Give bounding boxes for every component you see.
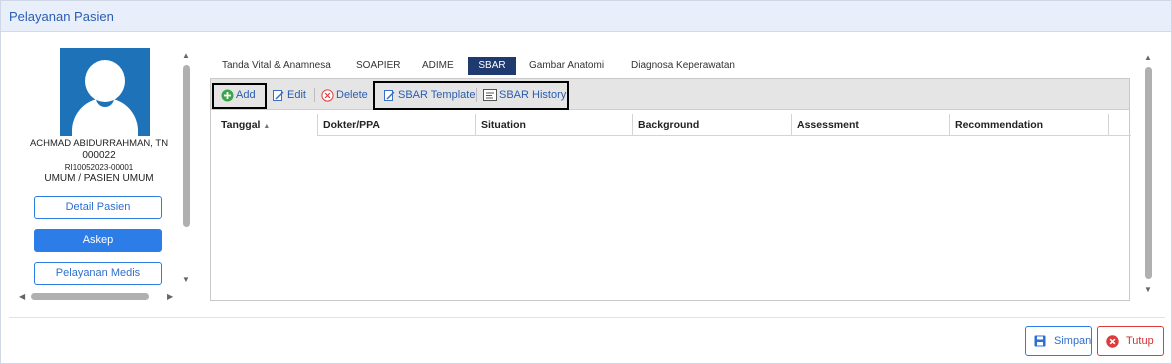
- patient-panel: ACHMAD ABIDURRAHMAN, TN 000022 RI1005202…: [9, 41, 181, 306]
- tab-adime[interactable]: ADIME: [414, 57, 462, 75]
- patient-id: 000022: [82, 150, 116, 161]
- scroll-down-icon[interactable]: ▼: [1144, 285, 1152, 294]
- delete-label: Delete: [336, 89, 368, 101]
- avatar-head-icon: [85, 60, 125, 102]
- close-icon: [1106, 335, 1119, 348]
- sort-ascending-icon: ▲: [263, 123, 271, 130]
- sbar-tools-highlight-box: [373, 81, 569, 110]
- tab-tanda-vital[interactable]: Tanda Vital & Anamnesa: [214, 57, 339, 75]
- delete-button[interactable]: Delete: [321, 87, 368, 103]
- toolbar-separator: [314, 88, 315, 102]
- scroll-left-icon[interactable]: ◀: [19, 292, 25, 301]
- column-background[interactable]: Background: [633, 114, 792, 136]
- title-bar: Pelayanan Pasien: [1, 1, 1171, 32]
- patient-panel-vertical-scrollbar[interactable]: ▲ ▼: [181, 51, 193, 287]
- detail-pasien-button[interactable]: Detail Pasien: [34, 196, 162, 219]
- edit-button[interactable]: Edit: [272, 87, 306, 103]
- patient-registration: RI10052023-00001: [64, 163, 134, 172]
- edit-label: Edit: [287, 89, 306, 101]
- column-tanggal-label: Tanggal: [221, 119, 261, 131]
- grid-header: Tanggal ▲ Dokter/PPA Situation Backgroun…: [216, 114, 1131, 136]
- patient-panel-horizontal-scrollbar[interactable]: ◀ ▶: [17, 291, 177, 303]
- scroll-right-icon[interactable]: ▶: [167, 292, 173, 301]
- tab-diagnosa-keperawatan[interactable]: Diagnosa Keperawatan: [623, 57, 743, 75]
- scrollbar-thumb[interactable]: [183, 65, 190, 227]
- edit-icon: [273, 89, 284, 101]
- pelayanan-medis-button[interactable]: Pelayanan Medis: [34, 262, 162, 285]
- tab-sbar[interactable]: SBAR: [468, 57, 516, 75]
- patient-type: UMUM / PASIEN UMUM: [44, 173, 154, 184]
- tab-gambar-anatomi[interactable]: Gambar Anatomi: [521, 57, 612, 75]
- grid-body: [216, 137, 1128, 300]
- scroll-up-icon[interactable]: ▲: [182, 51, 190, 60]
- simpan-label: Simpan: [1054, 335, 1092, 347]
- delete-icon: [321, 88, 334, 102]
- scrollbar-thumb[interactable]: [1145, 67, 1152, 279]
- column-dokter-ppa[interactable]: Dokter/PPA: [318, 114, 476, 136]
- save-icon: [1034, 335, 1046, 347]
- column-recommendation[interactable]: Recommendation: [950, 114, 1109, 136]
- simpan-button[interactable]: Simpan: [1025, 326, 1092, 356]
- scroll-up-icon[interactable]: ▲: [1144, 53, 1152, 62]
- patient-name: ACHMAD ABIDURRAHMAN, TN: [29, 138, 169, 149]
- tutup-label: Tutup: [1126, 335, 1154, 347]
- pelayanan-pasien-window: Pelayanan Pasien ACHMAD ABIDURRAHMAN, TN…: [0, 0, 1172, 364]
- grid-vertical-scrollbar[interactable]: ▲ ▼: [1141, 51, 1155, 299]
- column-tanggal[interactable]: Tanggal ▲: [216, 114, 318, 136]
- add-highlight-box: [212, 83, 267, 109]
- patient-avatar: [60, 48, 150, 136]
- column-assessment[interactable]: Assessment: [792, 114, 950, 136]
- footer-divider: [9, 317, 1165, 318]
- tutup-button[interactable]: Tutup: [1097, 326, 1164, 356]
- tab-soapier[interactable]: SOAPIER: [348, 57, 408, 75]
- sbar-grid: Add Edit Delete SBAR Template SBAR Histo…: [210, 78, 1131, 301]
- scrollbar-thumb[interactable]: [31, 293, 149, 300]
- askep-button[interactable]: Askep: [34, 229, 162, 252]
- window-title: Pelayanan Pasien: [9, 9, 114, 24]
- grid-toolbar: Add Edit Delete SBAR Template SBAR Histo…: [211, 79, 1129, 110]
- scroll-down-icon[interactable]: ▼: [182, 275, 190, 284]
- column-situation[interactable]: Situation: [476, 114, 633, 136]
